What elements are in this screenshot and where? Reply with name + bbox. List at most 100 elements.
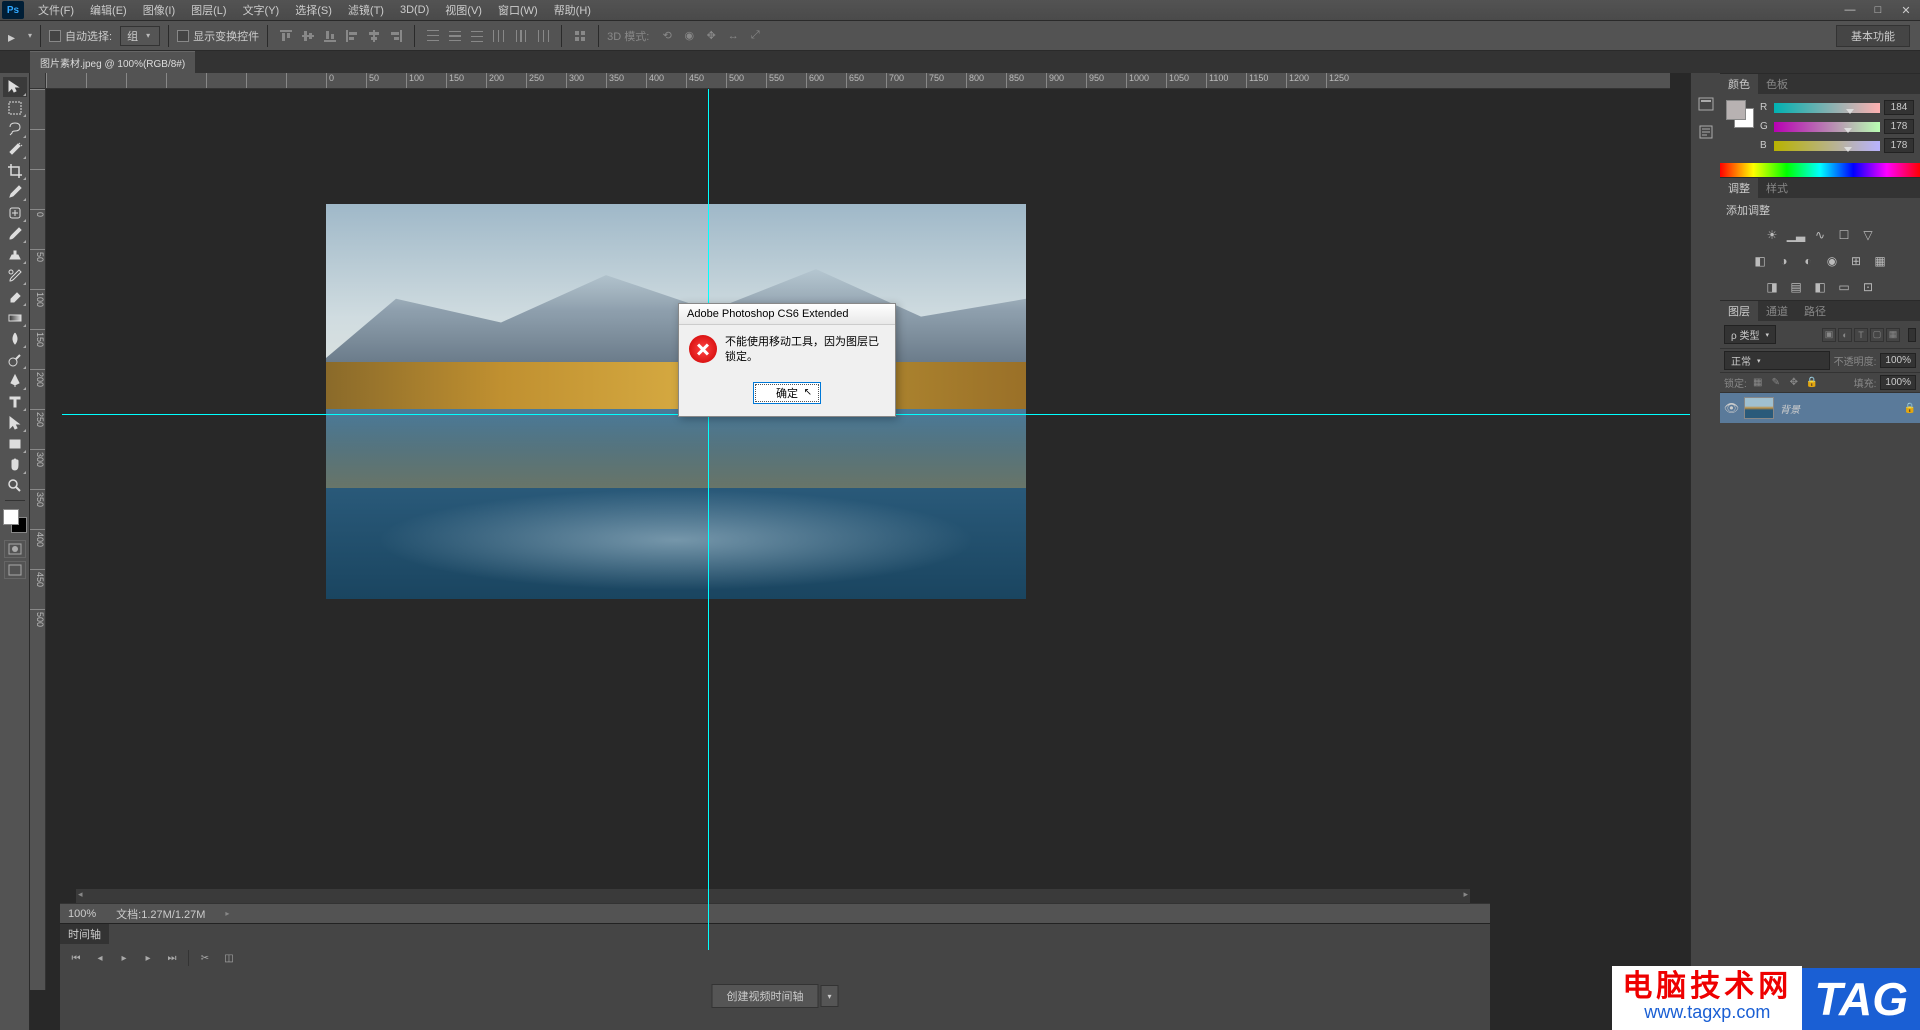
r-value[interactable]: 184 [1884,100,1914,115]
minimize-button[interactable]: — [1836,0,1864,20]
move-tool[interactable] [3,77,27,97]
tool-preset-dropdown[interactable]: ▾ [28,31,32,40]
r-slider[interactable] [1774,103,1880,113]
marquee-tool[interactable] [3,98,27,118]
distribute-left-icon[interactable] [489,26,509,46]
b-value[interactable]: 178 [1884,138,1914,153]
distribute-vcenter-icon[interactable] [445,26,465,46]
blend-mode-select[interactable]: 正常 [1724,351,1830,370]
swatches-tab[interactable]: 色板 [1758,74,1796,94]
lock-position-icon[interactable]: ✥ [1787,376,1801,390]
hand-tool[interactable] [3,455,27,475]
path-selection-tool[interactable] [3,413,27,433]
channel-mixer-icon[interactable]: ⊞ [1846,252,1866,270]
transition-button[interactable]: ◫ [221,951,237,965]
dodge-tool[interactable] [3,350,27,370]
auto-select-checkbox[interactable]: 自动选择: [49,28,112,44]
prev-frame-button[interactable]: ◂ [92,951,108,965]
create-video-dropdown[interactable]: ▾ [821,985,839,1007]
filter-pixel-icon[interactable]: ▣ [1822,328,1836,342]
filter-toggle[interactable] [1908,328,1916,342]
pen-tool[interactable] [3,371,27,391]
curves-icon[interactable]: ∿ [1810,226,1830,244]
clone-stamp-tool[interactable] [3,245,27,265]
fill-value[interactable]: 100% [1880,375,1916,390]
bw-icon[interactable]: ◐ [1798,252,1818,270]
eraser-tool[interactable] [3,287,27,307]
canvas-viewport[interactable] [46,89,1690,990]
play-button[interactable]: ▸ [116,951,132,965]
brightness-icon[interactable]: ☀ [1762,226,1782,244]
distribute-top-icon[interactable] [423,26,443,46]
menu-edit[interactable]: 编辑(E) [82,0,135,20]
visibility-icon[interactable]: 👁 [1724,401,1738,415]
filter-shape-icon[interactable]: ▢ [1870,328,1884,342]
color-spectrum[interactable] [1720,163,1920,177]
adjustments-tab[interactable]: 调整 [1720,178,1758,198]
history-brush-tool[interactable] [3,266,27,286]
menu-window[interactable]: 窗口(W) [490,0,546,20]
menu-layer[interactable]: 图层(L) [183,0,234,20]
color-balance-icon[interactable]: ◑ [1774,252,1794,270]
menu-image[interactable]: 图像(I) [135,0,183,20]
maximize-button[interactable]: □ [1864,0,1892,20]
status-dropdown-icon[interactable]: ▸ [225,909,229,918]
lock-image-icon[interactable]: ✎ [1769,376,1783,390]
zoom-level[interactable]: 100% [68,908,96,920]
properties-icon[interactable] [1695,121,1717,143]
align-left-icon[interactable] [342,26,362,46]
styles-tab[interactable]: 样式 [1758,178,1796,198]
close-button[interactable]: ✕ [1892,0,1920,20]
rectangle-tool[interactable] [3,434,27,454]
menu-help[interactable]: 帮助(H) [546,0,599,20]
align-bottom-icon[interactable] [320,26,340,46]
3d-roll-icon[interactable]: ◉ [679,26,699,46]
foreground-color[interactable] [3,509,19,525]
crop-tool[interactable] [3,161,27,181]
color-lookup-icon[interactable]: ▦ [1870,252,1890,270]
layer-name[interactable]: 背景 [1780,401,1898,416]
layer-thumbnail[interactable] [1744,397,1774,419]
healing-brush-tool[interactable] [3,203,27,223]
hue-sat-icon[interactable]: ◧ [1750,252,1770,270]
menu-type[interactable]: 文字(Y) [235,0,288,20]
3d-rotate-icon[interactable]: ⟲ [657,26,677,46]
b-slider[interactable] [1774,141,1880,151]
posterize-icon[interactable]: ▤ [1786,278,1806,296]
paths-tab[interactable]: 路径 [1796,301,1834,321]
canvas-image[interactable] [326,204,1026,599]
auto-select-dropdown[interactable]: 组 [120,26,160,46]
invert-icon[interactable]: ◨ [1762,278,1782,296]
ok-button[interactable]: 确定↖ [753,382,821,404]
align-vcenter-icon[interactable] [298,26,318,46]
lasso-tool[interactable] [3,119,27,139]
opacity-value[interactable]: 100% [1880,353,1916,368]
eyedropper-tool[interactable] [3,182,27,202]
filter-adjustment-icon[interactable]: ◐ [1838,328,1852,342]
workspace-switcher[interactable]: 基本功能 [1836,25,1910,47]
photo-filter-icon[interactable]: ◉ [1822,252,1842,270]
doc-info[interactable]: 文档:1.27M/1.27M [116,906,205,922]
timeline-tab[interactable]: 时间轴 [60,924,109,944]
cut-button[interactable]: ✂ [197,951,213,965]
layers-tab[interactable]: 图层 [1720,301,1758,321]
first-frame-button[interactable]: ⏮ [68,951,84,965]
vertical-ruler[interactable]: 050100150200250300350400450500 [30,89,46,990]
document-tab[interactable]: 图片素材.jpeg @ 100%(RGB/8#) [30,51,195,73]
lock-all-icon[interactable]: 🔒 [1805,376,1819,390]
history-icon[interactable] [1695,93,1717,115]
3d-drag-icon[interactable]: ✥ [701,26,721,46]
create-video-button[interactable]: 创建视频时间轴 [712,984,819,1008]
auto-align-icon[interactable] [570,26,590,46]
menu-3d[interactable]: 3D(D) [392,2,437,18]
distribute-right-icon[interactable] [533,26,553,46]
3d-slide-icon[interactable]: ↔ [723,26,743,46]
horizontal-ruler[interactable]: 0501001502002503003504004505005506006507… [46,73,1670,89]
align-top-icon[interactable] [276,26,296,46]
threshold-icon[interactable]: ◧ [1810,278,1830,296]
selective-color-icon[interactable]: ⊡ [1858,278,1878,296]
show-transform-checkbox[interactable]: 显示变换控件 [177,28,259,44]
filter-smart-icon[interactable]: ▦ [1886,328,1900,342]
blur-tool[interactable] [3,329,27,349]
3d-scale-icon[interactable]: ⤢ [745,26,765,46]
